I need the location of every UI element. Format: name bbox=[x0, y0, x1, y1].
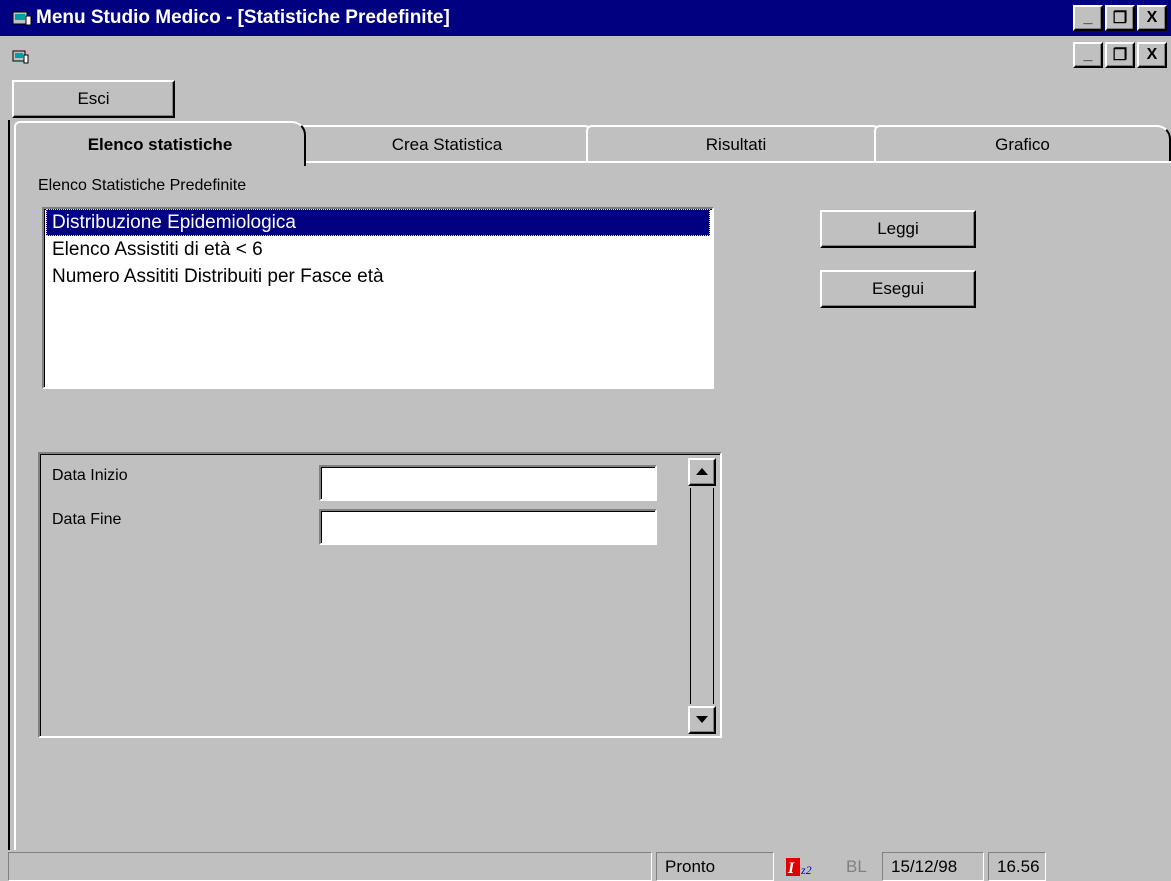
leggi-label: Leggi bbox=[877, 219, 919, 238]
list-item[interactable]: Numero Assititi Distribuiti per Fasce et… bbox=[46, 263, 710, 290]
window-controls: _ ❐ X bbox=[1073, 5, 1167, 31]
child-window-controls: _ ❐ X bbox=[1073, 42, 1167, 68]
esci-button[interactable]: Esci bbox=[12, 80, 175, 118]
keyboard-indicator: I z2 bbox=[782, 852, 844, 881]
data-inizio-label: Data Inizio bbox=[52, 467, 128, 484]
app-icon bbox=[12, 11, 32, 26]
data-fine-field[interactable] bbox=[319, 509, 657, 545]
list-item[interactable]: Distribuzione Epidemiologica bbox=[46, 209, 710, 236]
language-icon: I z2 bbox=[786, 857, 812, 877]
restore-icon: ❐ bbox=[1112, 10, 1128, 27]
tab-elenco-statistiche[interactable]: Elenco statistiche bbox=[14, 121, 306, 166]
tab-label: Grafico bbox=[995, 134, 1050, 154]
esegui-label: Esegui bbox=[872, 279, 924, 298]
esegui-button[interactable]: Esegui bbox=[820, 270, 976, 308]
status-text: Pronto bbox=[656, 852, 774, 881]
mdi-menu-bar: _ ❐ X bbox=[0, 36, 1171, 82]
tab-grafico[interactable]: Grafico bbox=[874, 125, 1171, 162]
statistics-listbox[interactable]: Distribuzione Epidemiologica Elenco Assi… bbox=[42, 207, 714, 389]
arrow-up-icon bbox=[696, 468, 708, 475]
restore-icon: ❐ bbox=[1112, 47, 1128, 64]
arrow-down-icon bbox=[696, 716, 708, 723]
child-minimize-button[interactable]: _ bbox=[1073, 42, 1103, 68]
restore-button[interactable]: ❐ bbox=[1105, 5, 1135, 31]
status-message-panel bbox=[8, 852, 652, 881]
tab-crea-statistica[interactable]: Crea Statistica bbox=[296, 125, 598, 162]
list-item[interactable]: Elenco Assistiti di età < 6 bbox=[46, 236, 710, 263]
close-button[interactable]: X bbox=[1137, 5, 1167, 31]
tab-label: Elenco statistiche bbox=[87, 134, 233, 154]
child-restore-button[interactable]: ❐ bbox=[1105, 42, 1135, 68]
document-icon[interactable] bbox=[12, 48, 30, 66]
parameters-scrollbar[interactable] bbox=[688, 458, 716, 734]
status-bar: Pronto I z2 BL 15/12/98 16.56 bbox=[0, 850, 1171, 881]
svg-text:I: I bbox=[787, 860, 795, 877]
status-date: 15/12/98 bbox=[882, 852, 984, 881]
scroll-down-button[interactable] bbox=[688, 706, 716, 734]
tab-label: Risultati bbox=[705, 134, 767, 154]
esci-label: Esci bbox=[77, 89, 110, 108]
title-bar: Menu Studio Medico - [Statistiche Predef… bbox=[0, 0, 1171, 36]
minimize-button[interactable]: _ bbox=[1073, 5, 1103, 31]
status-time: 16.56 bbox=[988, 852, 1046, 881]
tab-risultati[interactable]: Risultati bbox=[586, 125, 886, 162]
data-fine-label: Data Fine bbox=[52, 511, 122, 528]
tab-label: Crea Statistica bbox=[391, 134, 503, 154]
scroll-track[interactable] bbox=[690, 488, 714, 704]
leggi-button[interactable]: Leggi bbox=[820, 210, 976, 248]
svg-text:z2: z2 bbox=[800, 863, 812, 877]
scroll-up-button[interactable] bbox=[688, 458, 716, 486]
list-label: Elenco Statistiche Predefinite bbox=[38, 177, 247, 194]
bl-indicator: BL bbox=[846, 856, 867, 876]
data-inizio-field[interactable] bbox=[319, 465, 657, 501]
close-icon: X bbox=[1146, 46, 1158, 63]
child-close-button[interactable]: X bbox=[1137, 42, 1167, 68]
window-title: Menu Studio Medico - [Statistiche Predef… bbox=[36, 7, 450, 28]
minimize-icon: _ bbox=[1083, 46, 1093, 63]
close-icon: X bbox=[1146, 9, 1158, 26]
panel-border bbox=[14, 161, 16, 851]
minimize-icon: _ bbox=[1083, 9, 1093, 26]
